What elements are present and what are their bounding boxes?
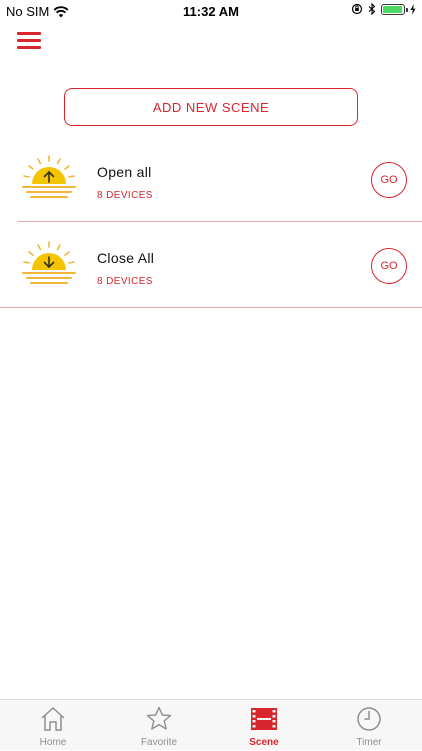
home-icon <box>41 707 65 731</box>
film-strip-icon <box>251 708 277 730</box>
tab-scene[interactable]: Scene <box>211 700 317 751</box>
tab-label: Timer <box>356 737 382 748</box>
tab-favorite[interactable]: Favorite <box>106 700 212 751</box>
battery-tip <box>406 7 408 12</box>
battery-icon <box>381 3 408 15</box>
menu-bar <box>17 46 41 49</box>
scene-name: Open all <box>97 164 152 180</box>
scene-item-open-all[interactable]: Open all 8 DEVICES GO <box>0 136 422 222</box>
tab-home[interactable]: Home <box>0 700 106 751</box>
battery-fill <box>383 5 402 13</box>
star-icon <box>146 706 172 730</box>
menu-bar <box>17 39 41 42</box>
sunrise-arrow-up-icon <box>22 155 76 198</box>
tab-label: Favorite <box>140 737 178 748</box>
bluetooth-icon <box>368 3 376 15</box>
add-new-scene-button[interactable]: ADD NEW SCENE <box>64 88 358 126</box>
tab-timer[interactable]: Timer <box>316 700 422 751</box>
menu-bar <box>17 32 41 35</box>
scene-name: Close All <box>97 250 155 266</box>
scene-device-count: 8 DEVICES <box>97 190 153 201</box>
scene-item-close-all[interactable]: Close All 8 DEVICES GO <box>0 222 422 308</box>
scene-device-count: 8 DEVICES <box>97 276 153 287</box>
sunset-arrow-down-icon <box>22 241 76 284</box>
divider <box>0 307 422 308</box>
go-button[interactable]: GO <box>371 248 407 284</box>
status-bar: No SIM 11:32 AM <box>0 0 422 22</box>
tab-label: Scene <box>249 737 279 748</box>
status-right <box>351 3 416 15</box>
go-button[interactable]: GO <box>371 162 407 198</box>
hamburger-menu-icon[interactable] <box>17 32 41 50</box>
tab-bar: Home Favorite Scene Timer <box>0 699 422 750</box>
tab-label: Home <box>39 737 67 748</box>
charging-bolt-icon <box>410 3 416 15</box>
orientation-lock-icon <box>351 3 363 15</box>
clock-icon <box>357 707 381 731</box>
